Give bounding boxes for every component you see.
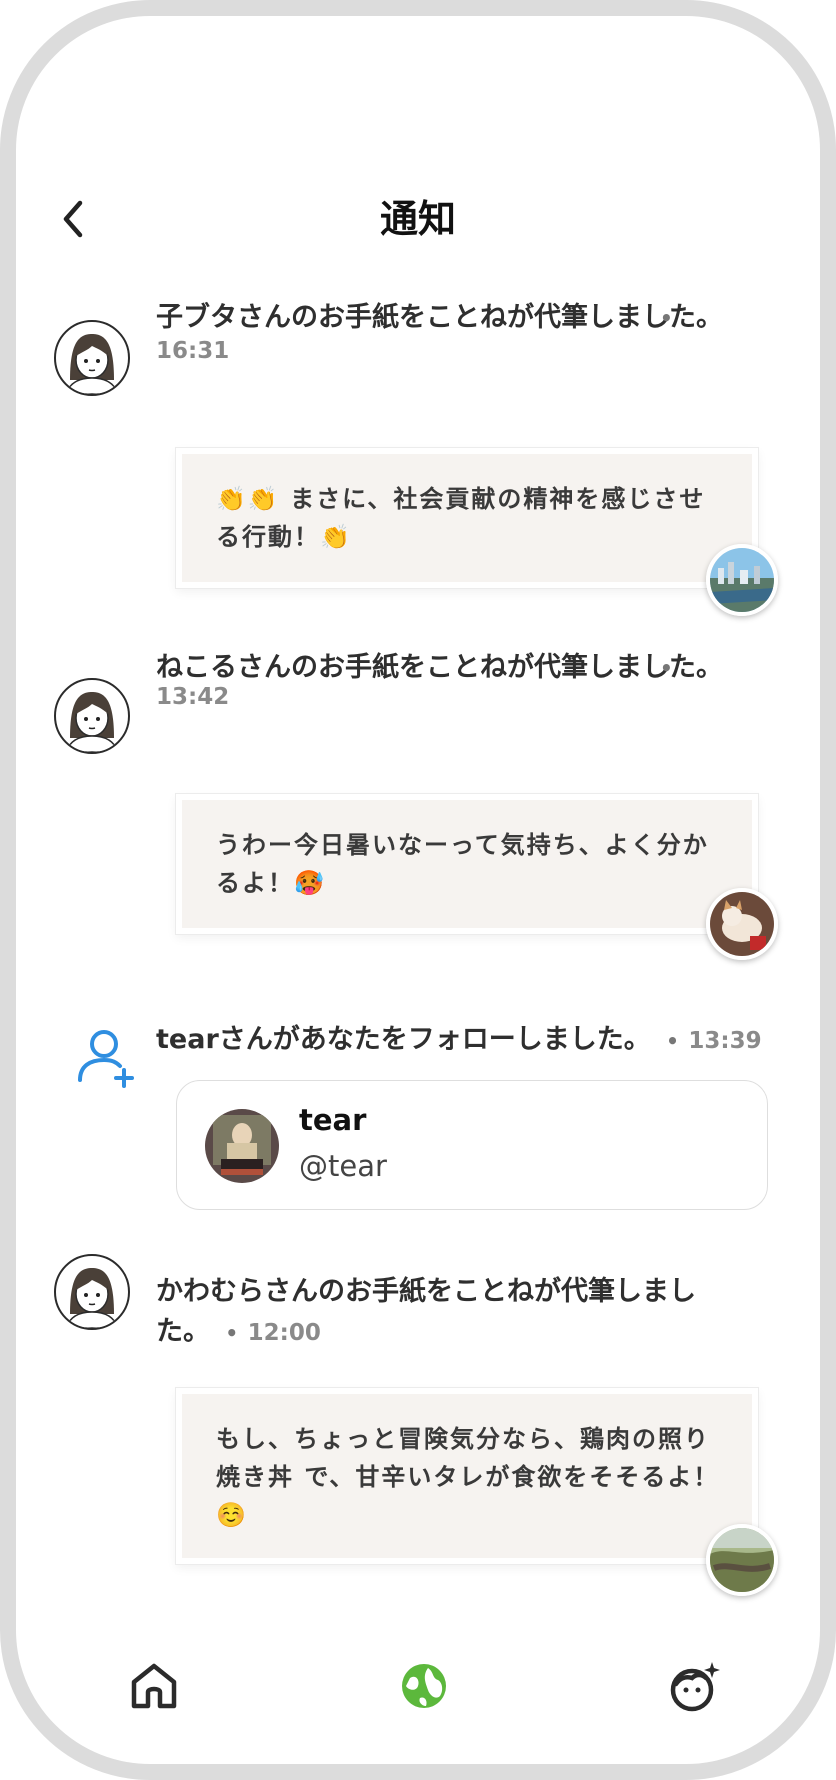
avatar[interactable] <box>54 320 130 396</box>
message-bubble[interactable]: うわー今日暑いなーって気持ち、よく分かるよ！🥵 <box>176 794 758 934</box>
timestamp: 13:42 <box>156 684 230 710</box>
nav-profile[interactable] <box>664 1656 724 1716</box>
photo-thumbnail[interactable] <box>706 888 778 960</box>
face-sparkle-icon <box>670 1662 720 1712</box>
follow-notification-icon <box>74 1026 140 1092</box>
notification-text: tearさんがあなたをフォローしました。 • 13:39 <box>156 1024 762 1055</box>
page-title: 通知 <box>379 197 456 241</box>
city-photo-icon <box>710 548 774 612</box>
photo-thumbnail[interactable] <box>706 544 778 616</box>
girl-avatar-icon <box>65 692 119 752</box>
photo-thumbnail[interactable] <box>706 1524 778 1596</box>
user-handle: @tear <box>299 1149 387 1183</box>
nav-home[interactable] <box>124 1656 184 1716</box>
user-avatar <box>205 1109 279 1183</box>
message-bubble[interactable]: 👏👏 まさに、社会貢献の精神を感じさせる行動！👏 <box>176 448 758 588</box>
girl-avatar-icon <box>65 1268 119 1328</box>
globe-icon <box>402 1664 446 1708</box>
cat-photo-icon <box>710 892 774 956</box>
avatar[interactable] <box>54 678 130 754</box>
separator-dot: • <box>225 1321 239 1345</box>
profile-photo-icon <box>205 1109 279 1183</box>
user-name: tear <box>299 1103 367 1137</box>
user-card[interactable]: tear @tear <box>176 1080 768 1210</box>
avatar[interactable] <box>54 1254 130 1330</box>
home-icon <box>131 1663 177 1709</box>
message-bubble[interactable]: もし、ちょっと冒険気分なら、鶏肉の照り焼き丼 で、甘辛いタレが食欲をそそるよ！☺… <box>176 1388 758 1564</box>
separator-dot: • <box>660 656 673 680</box>
user-add-icon <box>78 1030 134 1088</box>
header: 通知 <box>16 196 820 242</box>
nav-explore[interactable] <box>394 1656 454 1716</box>
phone-frame: 通知 子ブタさんのお手紙をことねが代筆しました。 • 16:31 👏👏 まさに、… <box>0 0 836 1780</box>
separator-dot: • <box>666 1029 679 1053</box>
landscape-photo-icon <box>710 1528 774 1592</box>
notification-text: かわむらさんのお手紙をことねが代筆しまし た。 • 12:00 <box>156 1276 696 1347</box>
separator-dot: • <box>660 306 673 330</box>
timestamp: 12:00 <box>247 1320 321 1346</box>
timestamp: 13:39 <box>688 1028 762 1054</box>
timestamp: 16:31 <box>156 338 230 364</box>
bottom-nav <box>16 1656 820 1726</box>
girl-avatar-icon <box>65 334 119 394</box>
